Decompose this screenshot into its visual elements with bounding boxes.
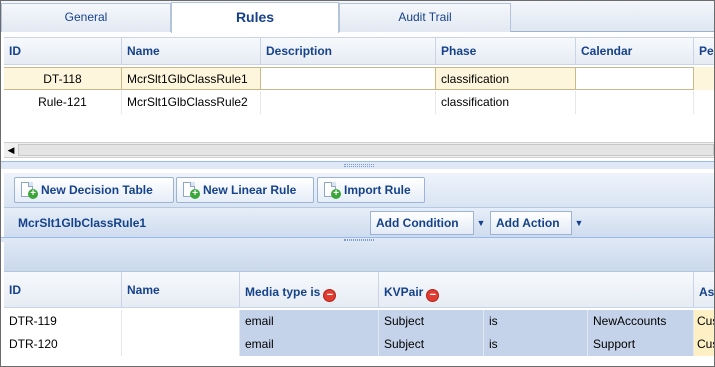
decision-media-type[interactable]: email — [240, 333, 379, 356]
remove-condition-icon[interactable]: − — [323, 289, 337, 302]
add-condition-button[interactable]: Add Condition — [370, 211, 474, 235]
rule-editor-title: McrSlt1GlbClassRule1 — [18, 216, 147, 230]
rule-description — [261, 91, 436, 114]
scroll-left-icon[interactable]: ◀ — [4, 143, 18, 157]
rules-window: General Rules Audit Trail ID Name Descri… — [0, 0, 715, 367]
tab-general[interactable]: General — [1, 3, 171, 32]
decision-kv-operator[interactable]: is — [484, 310, 588, 333]
kvpair-label: KVPair — [384, 285, 424, 299]
add-icon: + — [28, 189, 38, 199]
rule-description[interactable] — [261, 67, 436, 90]
decision-kv-key[interactable]: Subject — [379, 333, 484, 356]
rule-phase: classification — [436, 91, 576, 114]
column-header-name[interactable]: Name — [122, 272, 240, 307]
rule-id: Rule-121 — [4, 91, 122, 114]
column-header-phase[interactable]: Phase — [436, 38, 576, 64]
new-linear-rule-button[interactable]: + New Linear Rule — [176, 177, 314, 203]
rule-id: DT-118 — [4, 67, 122, 90]
horizontal-scrollbar[interactable]: ◀ — [4, 142, 714, 158]
tab-audit-trail[interactable]: Audit Trail — [339, 3, 511, 32]
pane-splitter[interactable] — [1, 161, 714, 169]
tab-bar: General Rules Audit Trail — [1, 1, 714, 33]
decision-row[interactable]: DTR-120 email Subject is Support Cus — [4, 333, 714, 356]
rules-grid-header: ID Name Description Phase Calendar Pe — [4, 37, 714, 65]
splitter-grip-icon — [343, 164, 374, 167]
rule-editor-bar: McrSlt1GlbClassRule1 Add Condition ▼ Add… — [4, 208, 714, 238]
media-type-label: Media type is — [245, 285, 321, 299]
decision-grid-header: ID Name Media type is − KVPair − As — [4, 272, 714, 308]
decision-action-value[interactable]: Cus — [694, 333, 714, 356]
decision-name — [122, 333, 240, 356]
decision-row[interactable]: DTR-119 email Subject is NewAccounts Cus — [4, 310, 714, 333]
column-header-as[interactable]: As — [694, 272, 714, 307]
column-header-pe[interactable]: Pe — [694, 38, 714, 64]
add-action-dropdown-icon[interactable]: ▼ — [572, 211, 586, 235]
column-header-calendar[interactable]: Calendar — [576, 38, 694, 64]
import-rule-button[interactable]: + Import Rule — [317, 177, 425, 203]
rules-row-selected[interactable]: DT-118 McrSlt1GlbClassRule1 classificati… — [4, 67, 714, 90]
column-header-id[interactable]: ID — [4, 38, 122, 64]
rule-name: McrSlt1GlbClassRule1 — [122, 67, 261, 90]
decision-media-type[interactable]: email — [240, 310, 379, 333]
decision-action-value[interactable]: Cus — [694, 310, 714, 333]
decision-kv-operator[interactable]: is — [484, 333, 588, 356]
column-header-name[interactable]: Name — [122, 38, 261, 64]
decision-name — [122, 310, 240, 333]
decision-id: DTR-120 — [4, 333, 122, 356]
decision-kv-value[interactable]: Support — [588, 333, 694, 356]
tab-rules[interactable]: Rules — [171, 2, 339, 33]
splitter-grip-icon — [343, 239, 374, 241]
decision-id: DTR-119 — [4, 310, 122, 333]
add-condition-dropdown-icon[interactable]: ▼ — [474, 211, 488, 235]
new-linear-rule-label: New Linear Rule — [203, 183, 297, 197]
decision-grid-toolbar — [4, 242, 714, 272]
rule-calendar[interactable] — [576, 67, 694, 90]
rule-name: McrSlt1GlbClassRule2 — [122, 91, 261, 114]
rules-toolbar: + New Decision Table + New Linear Rule +… — [4, 173, 714, 208]
add-action-button[interactable]: Add Action — [490, 211, 572, 235]
decision-kv-value[interactable]: NewAccounts — [588, 310, 694, 333]
new-decision-table-label: New Decision Table — [41, 183, 153, 197]
import-rule-label: Import Rule — [344, 183, 411, 197]
rule-calendar — [576, 91, 694, 114]
column-header-media-type[interactable]: Media type is − — [240, 272, 379, 307]
remove-condition-icon[interactable]: − — [426, 289, 440, 302]
column-header-kvpair[interactable]: KVPair − — [379, 272, 694, 307]
add-icon: + — [331, 189, 341, 199]
rule-phase: classification — [436, 67, 576, 90]
column-header-description[interactable]: Description — [261, 38, 436, 64]
decision-kv-key[interactable]: Subject — [379, 310, 484, 333]
new-decision-table-button[interactable]: + New Decision Table — [14, 177, 174, 203]
rules-row[interactable]: Rule-121 McrSlt1GlbClassRule2 classifica… — [4, 91, 714, 114]
add-icon: + — [190, 189, 200, 199]
column-header-id[interactable]: ID — [4, 272, 122, 307]
scrollbar-thumb[interactable] — [18, 144, 714, 156]
